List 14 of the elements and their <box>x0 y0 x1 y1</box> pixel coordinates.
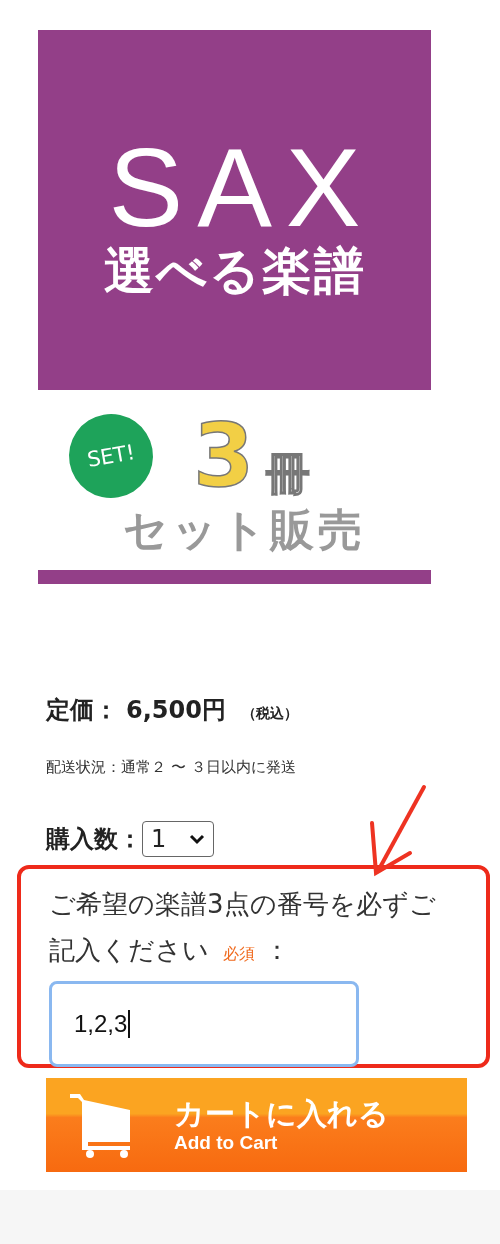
banner-title: SAX <box>108 131 375 244</box>
price-label: 定価： <box>46 695 118 726</box>
banner-subtitle: 選べる楽譜 <box>103 243 366 299</box>
input-field[interactable]: 1,2,3 <box>49 981 359 1067</box>
chevron-icon <box>189 833 205 845</box>
set-count: 3 <box>192 412 255 500</box>
price-value: 6,500円 <box>126 695 226 726</box>
shipping-status: 配送状況：通常２ 〜 ３日以内に発送 <box>46 758 297 777</box>
set-caption: セット販売 <box>123 506 366 555</box>
quantity-select[interactable]: 1 <box>142 821 214 857</box>
set-unit: 冊 <box>266 452 311 496</box>
price-note: （税込） <box>241 705 298 723</box>
field-label: ご希望の楽譜3点の番号を必ずご記入ください 必須 ： <box>49 888 437 967</box>
quantity-label: 購入数： <box>46 824 142 855</box>
